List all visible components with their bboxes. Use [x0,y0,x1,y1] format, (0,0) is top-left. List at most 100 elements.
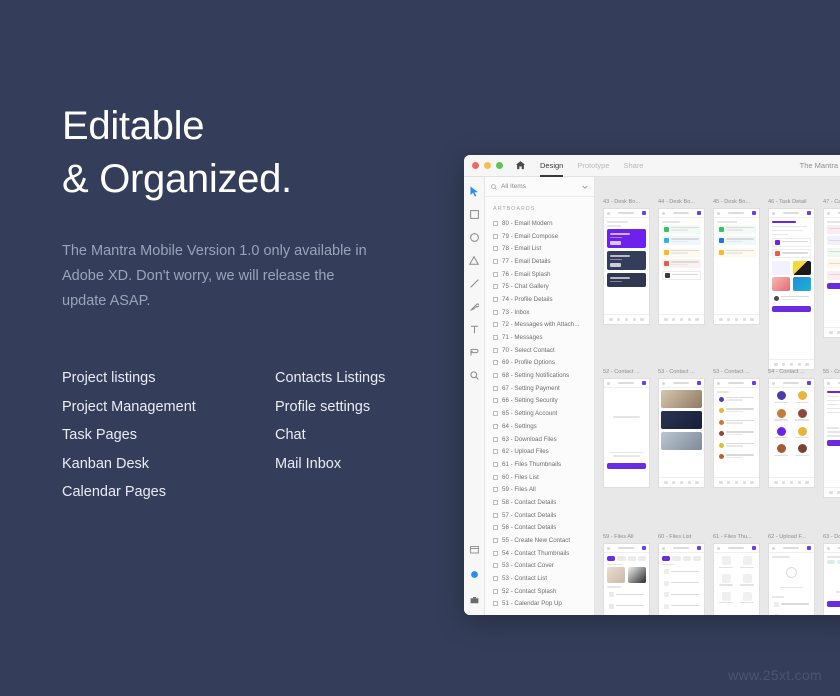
artboard-icon [493,437,498,442]
artboard-thumb[interactable]: 61 - Files Thu... [713,534,760,615]
mini-header [824,544,840,553]
artboard-thumb[interactable]: 54 - Contact ... [768,369,815,498]
window-controls[interactable] [472,162,503,169]
mini-header [824,209,840,218]
list-item[interactable]: 52 - Contact Splash [485,585,594,598]
artboard-list[interactable]: 80 - Email Modern 79 - Email Compose 78 … [485,217,594,615]
artboard-frame[interactable] [658,378,705,488]
plugins-panel-icon[interactable] [467,592,482,607]
list-item[interactable]: 70 - Select Contact [485,344,594,357]
list-item[interactable]: 76 - Email Splash [485,268,594,281]
minimize-window-icon[interactable] [484,162,491,169]
artboard-frame[interactable] [823,543,840,615]
close-window-icon[interactable] [472,162,479,169]
list-item[interactable]: 69 - Profile Options [485,357,594,370]
text-tool-icon[interactable] [467,322,482,337]
artboard-frame[interactable] [713,543,760,615]
maximize-window-icon[interactable] [496,162,503,169]
artboard-frame[interactable] [768,543,815,615]
ellipse-tool-icon[interactable] [467,230,482,245]
rectangle-tool-icon[interactable] [467,207,482,222]
mini-list-item [717,406,756,415]
tab-prototype[interactable]: Prototype [577,155,609,177]
artboard-label: 67 - Setting Payment [502,385,560,392]
artboard-frame[interactable] [768,378,815,488]
artboard-frame[interactable] [658,208,705,325]
artboard-frame[interactable] [603,543,650,615]
pen-tool-icon[interactable] [467,299,482,314]
artboard-icon [493,373,498,378]
list-item[interactable]: 67 - Setting Payment [485,382,594,395]
list-item[interactable]: 80 - Email Modern [485,217,594,230]
mini-header [769,379,814,388]
artboard-frame[interactable] [823,378,840,498]
select-tool-icon[interactable] [467,184,482,199]
list-item[interactable]: 56 - Contact Details [485,522,594,535]
artboard-thumb[interactable]: 45 - Desk Bo... [713,199,760,370]
list-item[interactable]: 58 - Contact Details [485,496,594,509]
list-item[interactable]: 74 - Profile Details [485,293,594,306]
home-icon[interactable] [515,160,526,171]
artboard-thumb[interactable]: 53 - Contact ... [658,369,705,498]
list-item[interactable]: 75 - Chat Gallery [485,280,594,293]
artboard-thumb[interactable]: 47 - Cale... [823,199,840,370]
list-item[interactable]: 61 - Files Thumbnails [485,458,594,471]
list-item[interactable]: 54 - Contact Thumbnails [485,547,594,560]
line-tool-icon[interactable] [467,276,482,291]
artboard-thumb[interactable]: 60 - Files List [658,534,705,615]
assets-panel-icon[interactable] [467,567,482,582]
list-item[interactable]: 64 - Settings [485,420,594,433]
list-item[interactable]: 57 - Contact Details [485,509,594,522]
list-item[interactable]: 53 - Contact Cover [485,560,594,573]
list-item[interactable]: 60 - Files List [485,471,594,484]
artboard-thumb[interactable]: 62 - Upload F... [768,534,815,615]
list-item[interactable]: 63 - Download Files [485,433,594,446]
list-item[interactable]: 77 - Email Details [485,255,594,268]
list-item[interactable]: 71 - Messages [485,331,594,344]
polygon-tool-icon[interactable] [467,253,482,268]
artboard-icon [493,601,498,606]
artboard-frame[interactable] [823,208,840,338]
artboard-frame[interactable] [603,378,650,488]
artboard-thumb[interactable]: 44 - Desk Bo... [658,199,705,370]
mini-primary-button [772,306,811,312]
artboard-thumb[interactable]: 55 - Crea... [823,369,840,498]
list-item[interactable]: 78 - Email List [485,242,594,255]
artboard-thumb[interactable]: 59 - Files All [603,534,650,615]
artboard-thumb[interactable]: 52 - Contact ... [603,369,650,498]
artboard-thumb[interactable]: 43 - Desk Bo... [603,199,650,370]
layers-panel-icon[interactable] [467,542,482,557]
tab-share[interactable]: Share [623,155,643,177]
list-item[interactable]: 65 - Setting Account [485,407,594,420]
artboard-frame[interactable] [768,208,815,370]
artboard-thumb[interactable]: 46 - Task Detail [768,199,815,370]
list-item[interactable]: 51 - Calendar Pop Up [485,598,594,611]
list-item[interactable]: 59 - Files All [485,483,594,496]
artboard-frame[interactable] [713,208,760,325]
artboard-icon [493,272,498,277]
artboard-frame[interactable] [713,378,760,488]
list-item[interactable]: 55 - Create New Contact [485,534,594,547]
zoom-tool-icon[interactable] [467,368,482,383]
list-item[interactable]: 66 - Setting Security [485,395,594,408]
list-item[interactable]: 68 - Setting Notifications [485,369,594,382]
artboard-frame[interactable] [658,543,705,615]
artboard-frame[interactable] [603,208,650,325]
list-item[interactable]: 72 - Messages with Attach... [485,319,594,332]
artboard-tool-icon[interactable] [467,345,482,360]
artboard-icon [493,538,498,543]
list-item[interactable]: 73 - Inbox [485,306,594,319]
artboard-label: 57 - Contact Details [502,512,556,519]
list-item[interactable]: 62 - Upload Files [485,445,594,458]
list-item[interactable]: 53 - Contact List [485,572,594,585]
mini-body [714,553,759,609]
design-canvas[interactable]: 43 - Desk Bo... 44 - D [595,177,840,615]
list-item[interactable]: 79 - Email Compose [485,230,594,243]
mini-list-item [662,602,701,611]
layer-search-row[interactable]: All Items [485,177,594,197]
chevron-down-icon[interactable] [582,185,588,189]
search-input[interactable]: All Items [501,183,578,190]
artboard-thumb[interactable]: 63 - Downlo... [823,534,840,615]
tab-design[interactable]: Design [540,155,563,177]
artboard-thumb[interactable]: 53 - Contact ... [713,369,760,498]
